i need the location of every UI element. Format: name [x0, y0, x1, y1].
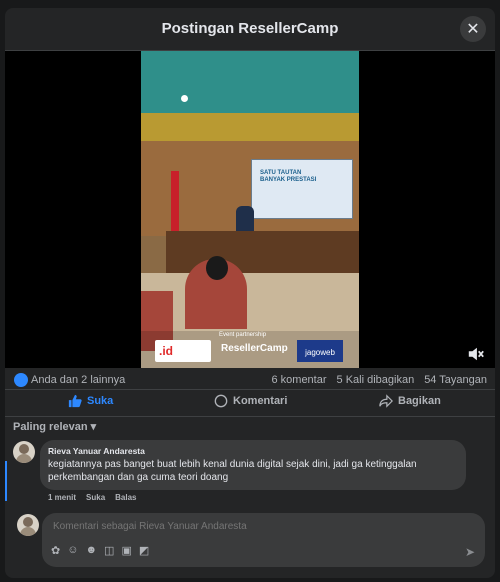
comment-sort-dropdown[interactable]: Paling relevan ▾: [13, 420, 96, 433]
video-scene-speaker: [236, 206, 254, 231]
dialog-header: Postingan ResellerCamp ✕: [5, 8, 495, 51]
share-icon: [379, 394, 393, 408]
comment-reply-button[interactable]: Balas: [115, 493, 136, 502]
video-scene-audience-head: [206, 256, 228, 280]
thumbs-up-icon: [68, 394, 82, 408]
reactors-link[interactable]: Anda dan 2 lainnya: [31, 374, 125, 386]
video-scene-lamp: [181, 95, 188, 102]
comment-text: kegiatannya pas banget buat lebih kenal …: [48, 459, 417, 483]
mute-icon[interactable]: [467, 345, 485, 363]
comment-like-button[interactable]: Suka: [86, 493, 105, 502]
shares-count[interactable]: 5 Kali dibagikan: [337, 374, 415, 386]
send-icon[interactable]: ➤: [465, 545, 475, 559]
comment-meta: 1 menit Suka Balas: [48, 493, 137, 502]
thread-indicator: [5, 461, 7, 501]
video-scene-flag: [171, 171, 179, 231]
video-player[interactable]: SATU TAUTAN BANYAK PRESTASI Event partne…: [5, 51, 495, 368]
comment-author[interactable]: Rieva Yanuar Andaresta: [48, 446, 145, 456]
camera-icon[interactable]: ◫: [104, 544, 114, 557]
video-scene-projector-screen: SATU TAUTAN BANYAK PRESTASI: [251, 159, 353, 219]
post-actions: Suka Komentari Bagikan: [5, 389, 495, 417]
like-reaction-icon: [14, 373, 28, 387]
gif-icon[interactable]: ▣: [121, 544, 131, 557]
comment-bubble: Rieva Yanuar Andaresta kegiatannya pas b…: [40, 440, 466, 490]
comment-icon: [214, 394, 228, 408]
chevron-down-icon: ▾: [90, 421, 97, 433]
close-icon: ✕: [466, 21, 480, 38]
composer-tools: ✿ ☺ ☻ ◫ ▣ ◩: [51, 544, 149, 557]
comment-label: Komentari: [233, 395, 288, 407]
share-label: Bagikan: [398, 395, 441, 407]
sticker-icon[interactable]: ◩: [139, 544, 149, 557]
video-scene-ceiling-panel: [141, 113, 359, 141]
screen-text-line-2: BANYAK PRESTASI: [260, 177, 317, 183]
smiley-icon[interactable]: ☻: [85, 544, 97, 557]
views-count: 54 Tayangan: [424, 374, 487, 386]
video-frame[interactable]: SATU TAUTAN BANYAK PRESTASI Event partne…: [141, 51, 359, 368]
emoji-icon[interactable]: ☺: [67, 544, 78, 557]
video-scene-ceiling: [141, 51, 359, 113]
close-button[interactable]: ✕: [460, 16, 486, 42]
sponsor-label: Event partnership: [219, 332, 267, 338]
sponsor-resellercamp-logo: ResellerCamp: [221, 343, 288, 354]
sort-label: Paling relevan: [13, 421, 88, 433]
comments-count[interactable]: 6 komentar: [271, 374, 326, 386]
composer-avatar[interactable]: [17, 514, 39, 536]
like-button[interactable]: Suka: [68, 394, 113, 408]
dialog-title: Postingan ResellerCamp: [161, 20, 339, 37]
like-label: Suka: [87, 395, 114, 407]
comment-input[interactable]: [51, 520, 475, 533]
post-dialog: Postingan ResellerCamp ✕ SATU TAUTAN BAN…: [5, 8, 495, 578]
sponsor-id-logo: .id: [155, 340, 211, 362]
comment-composer: ✿ ☺ ☻ ◫ ▣ ◩ ➤: [42, 513, 485, 567]
screen-text-line-1: SATU TAUTAN: [260, 170, 302, 176]
avatar[interactable]: [13, 441, 35, 463]
avatar-sticker-icon[interactable]: ✿: [51, 544, 60, 557]
sponsor-jagoweb-logo: jagoweb: [297, 340, 343, 362]
comment-button[interactable]: Komentari: [214, 394, 287, 408]
comment-time[interactable]: 1 menit: [48, 493, 76, 502]
share-button[interactable]: Bagikan: [379, 394, 441, 408]
